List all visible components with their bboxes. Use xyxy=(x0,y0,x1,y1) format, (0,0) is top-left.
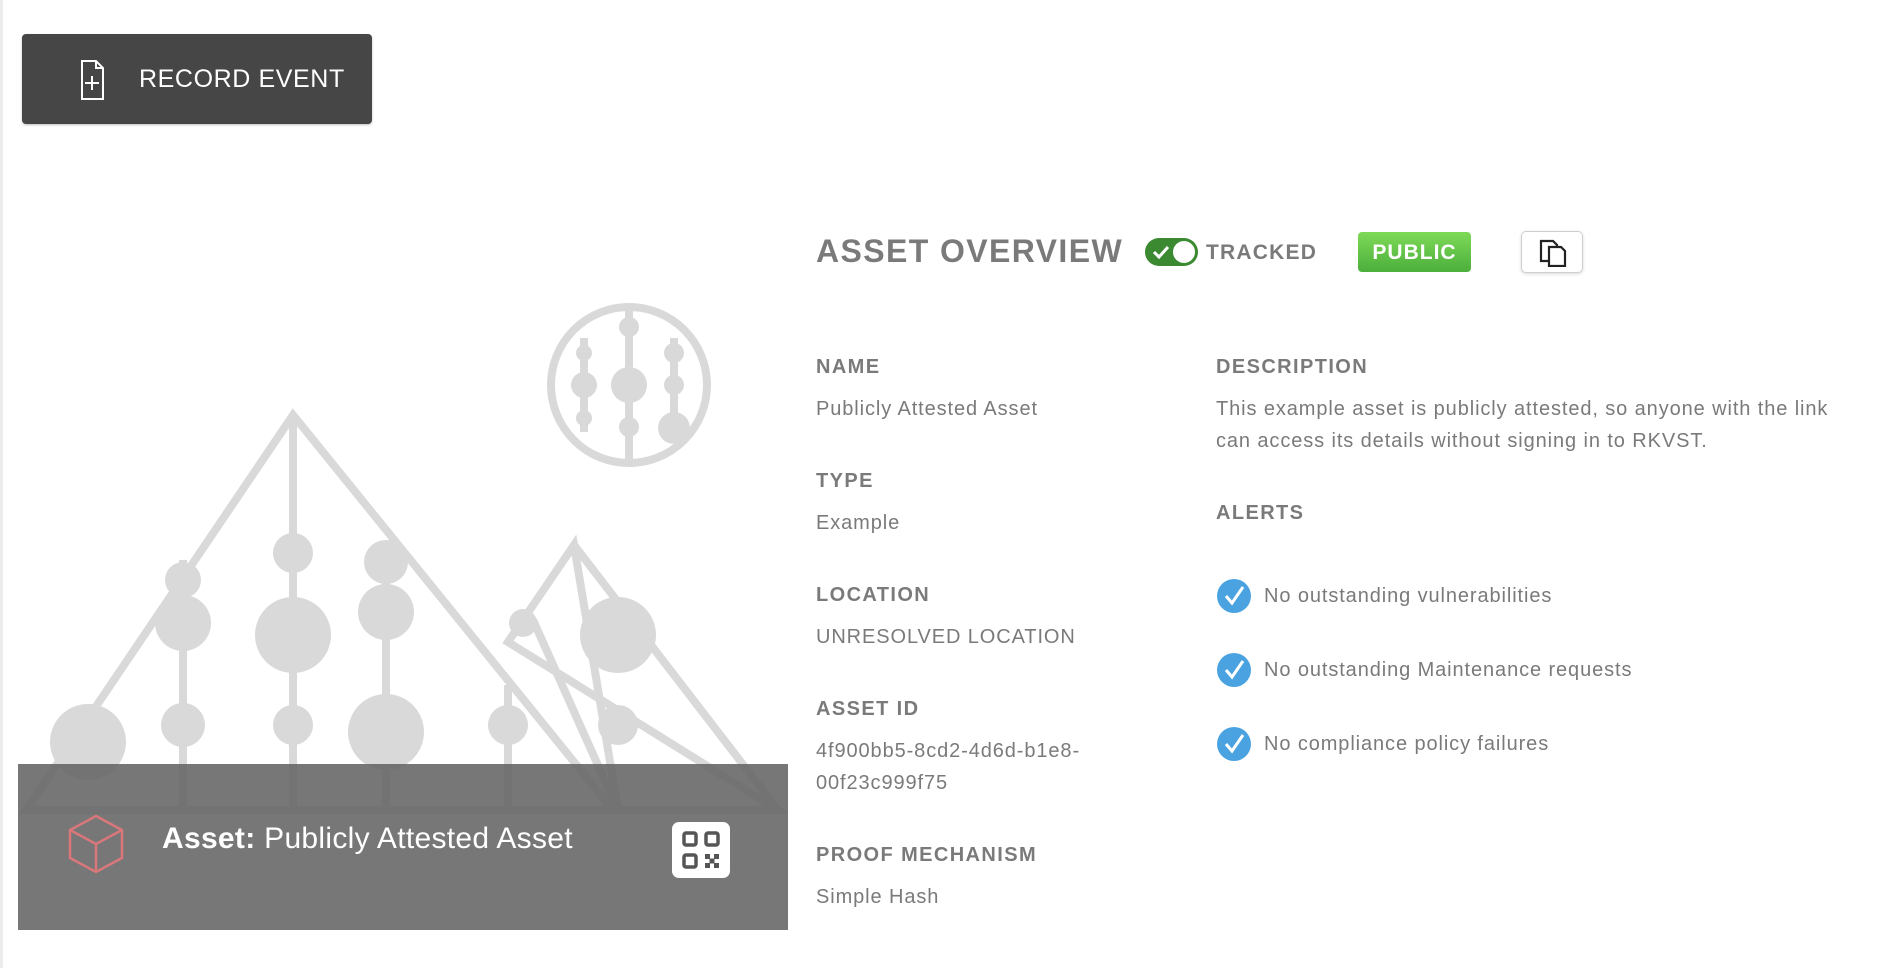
record-event-button[interactable]: RECORD EVENT xyxy=(22,34,372,124)
description-line-1: This example asset is publicly attested,… xyxy=(1216,398,1829,420)
cube-icon xyxy=(68,814,124,874)
description-label: DESCRIPTION xyxy=(1216,356,1369,378)
location-value: UNRESOLVED LOCATION xyxy=(816,626,1076,648)
name-value: Publicly Attested Asset xyxy=(816,398,1038,420)
alert-text: No compliance policy failures xyxy=(1264,732,1550,755)
copy-link-button[interactable] xyxy=(1521,231,1583,273)
qr-code-icon xyxy=(682,831,720,869)
location-label: LOCATION xyxy=(816,584,931,606)
type-label: TYPE xyxy=(816,470,874,492)
check-icon xyxy=(1152,245,1170,259)
asset-caption-prefix: Asset: xyxy=(162,822,256,855)
toggle-knob xyxy=(1173,241,1195,263)
asset-overview-page: RECORD EVENT Asset: Publicly Attested As… xyxy=(0,0,1898,968)
check-circle-icon xyxy=(1217,727,1251,761)
asset-caption-name: Publicly Attested Asset xyxy=(264,822,573,855)
type-value: Example xyxy=(816,512,901,534)
asset-id-line-2: 00f23c999f75 xyxy=(816,772,949,794)
asset-caption-bar: Asset: Publicly Attested Asset xyxy=(18,764,788,930)
description-line-2: can access its details without signing i… xyxy=(1216,430,1708,452)
alerts-label: ALERTS xyxy=(1216,502,1305,524)
public-badge: PUBLIC xyxy=(1358,232,1471,272)
check-circle-icon xyxy=(1217,653,1251,687)
page-title: ASSET OVERVIEW xyxy=(816,233,1124,269)
record-event-label: RECORD EVENT xyxy=(139,65,345,93)
left-divider xyxy=(0,0,3,968)
file-add-icon xyxy=(81,60,104,100)
asset-id-label: ASSET ID xyxy=(816,698,920,720)
alert-text: No outstanding Maintenance requests xyxy=(1264,658,1633,681)
asset-id-line-1: 4f900bb5-8cd2-4d6d-b1e8- xyxy=(816,740,1081,762)
proof-mechanism-label: PROOF MECHANISM xyxy=(816,844,1037,866)
alert-item: No compliance policy failures xyxy=(1216,726,1549,762)
proof-mechanism-value: Simple Hash xyxy=(816,886,940,908)
tracked-toggle[interactable] xyxy=(1145,238,1198,266)
asset-caption-text: Asset: Publicly Attested Asset xyxy=(162,822,573,856)
tracked-label: TRACKED xyxy=(1206,241,1318,264)
copy-icon xyxy=(1539,239,1567,267)
qr-code-button[interactable] xyxy=(672,822,730,878)
alert-item: No outstanding vulnerabilities xyxy=(1216,578,1552,614)
alert-item: No outstanding Maintenance requests xyxy=(1216,652,1632,688)
alert-text: No outstanding vulnerabilities xyxy=(1264,584,1553,607)
name-label: NAME xyxy=(816,356,881,378)
check-circle-icon xyxy=(1217,579,1251,613)
